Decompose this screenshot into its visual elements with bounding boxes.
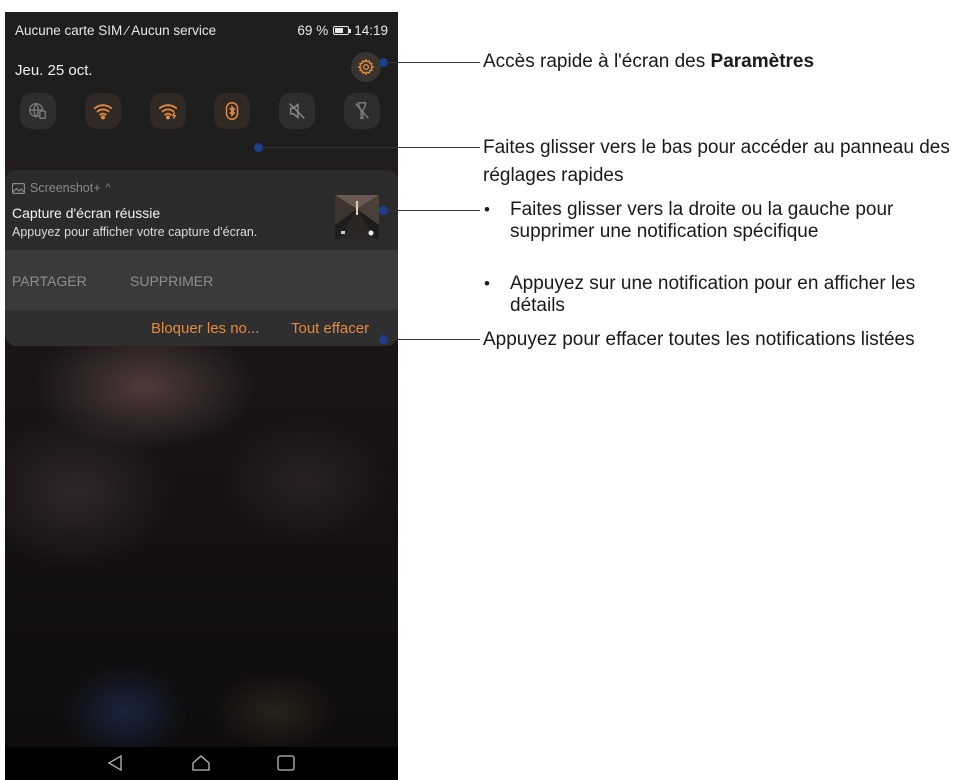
thumbnail-image [335, 195, 379, 239]
delete-button[interactable]: SUPPRIMER [130, 273, 213, 289]
tile-wifi[interactable] [84, 93, 121, 129]
settings-button[interactable] [351, 52, 381, 82]
tile-data[interactable] [20, 93, 56, 129]
screenshot-thumbnail[interactable] [335, 195, 379, 239]
image-icon [12, 182, 25, 194]
leader-settings [386, 62, 480, 63]
quick-settings-panel[interactable]: Aucune carte SIM ∕ Aucun service 69 % 14… [5, 12, 398, 160]
bullet-1: • [484, 200, 490, 219]
notification-footer: Bloquer les no... Tout effacer [5, 310, 398, 346]
notification-title: Capture d'écran réussie [12, 205, 161, 221]
globe-sim-icon [29, 102, 47, 120]
notification-app-line: Screenshot+ ^ [12, 181, 111, 195]
wifi-hotspot-icon [158, 104, 177, 120]
home-icon[interactable] [191, 754, 211, 772]
share-button[interactable]: PARTAGER [12, 273, 87, 289]
annotation-swipe-side-2: supprimer une notification spécifique [510, 221, 819, 242]
annotation-tap-1: Appuyez sur une notification pour en aff… [510, 273, 916, 294]
bluetooth-icon [226, 102, 239, 120]
back-icon[interactable] [106, 754, 124, 772]
phone-screen: Aucune carte SIM ∕ Aucun service 69 % 14… [5, 12, 398, 780]
bullet-2: • [484, 274, 490, 293]
clock: 14:19 [354, 23, 388, 38]
leader-clear-all [386, 339, 480, 340]
block-notifications-button[interactable]: Bloquer les no... [151, 320, 259, 337]
tile-hotspot[interactable] [149, 93, 186, 129]
date-label: Jeu. 25 oct. [15, 62, 93, 79]
chevron-up-icon[interactable]: ^ [106, 182, 111, 194]
clear-all-button[interactable]: Tout effacer [291, 320, 369, 337]
annotation-swipe-down-1: Faites glisser vers le bas pour accéder … [483, 137, 950, 158]
wifi-icon [93, 104, 112, 120]
notification-text: Appuyez pour afficher votre capture d'éc… [12, 225, 258, 239]
quick-tiles [20, 93, 380, 129]
notification-actions: PARTAGER SUPPRIMER [5, 250, 398, 310]
notification-body[interactable]: Screenshot+ ^ Capture d'écran réussie Ap… [5, 170, 398, 250]
carrier-status: Aucune carte SIM ∕ Aucun service [15, 23, 217, 38]
navigation-bar [5, 747, 398, 780]
screenshot-notification[interactable]: Screenshot+ ^ Capture d'écran réussie Ap… [5, 170, 398, 346]
mute-icon [289, 103, 306, 119]
gear-icon [357, 58, 375, 76]
recent-apps-icon[interactable] [276, 754, 296, 772]
leader-quick-settings [261, 147, 480, 148]
flashlight-icon [355, 102, 369, 120]
annotation-clear-all: Appuyez pour effacer toutes les notifica… [483, 329, 915, 350]
battery-icon [333, 26, 352, 35]
annotation-swipe-down-2: réglages rapides [483, 165, 624, 186]
tile-sound[interactable] [279, 93, 316, 129]
tile-flashlight[interactable] [343, 93, 380, 129]
leader-notification [386, 210, 480, 211]
annotation-settings: Accès rapide à l'écran des Paramètres [483, 51, 815, 72]
status-right: 69 % 14:19 [297, 23, 388, 38]
tile-bluetooth[interactable] [214, 93, 251, 129]
battery-percent: 69 % [297, 23, 329, 38]
annotation-tap-2: détails [510, 295, 565, 316]
notification-app-name: Screenshot+ [30, 181, 101, 195]
annotation-swipe-side-1: Faites glisser vers la droite ou la gauc… [510, 199, 894, 220]
